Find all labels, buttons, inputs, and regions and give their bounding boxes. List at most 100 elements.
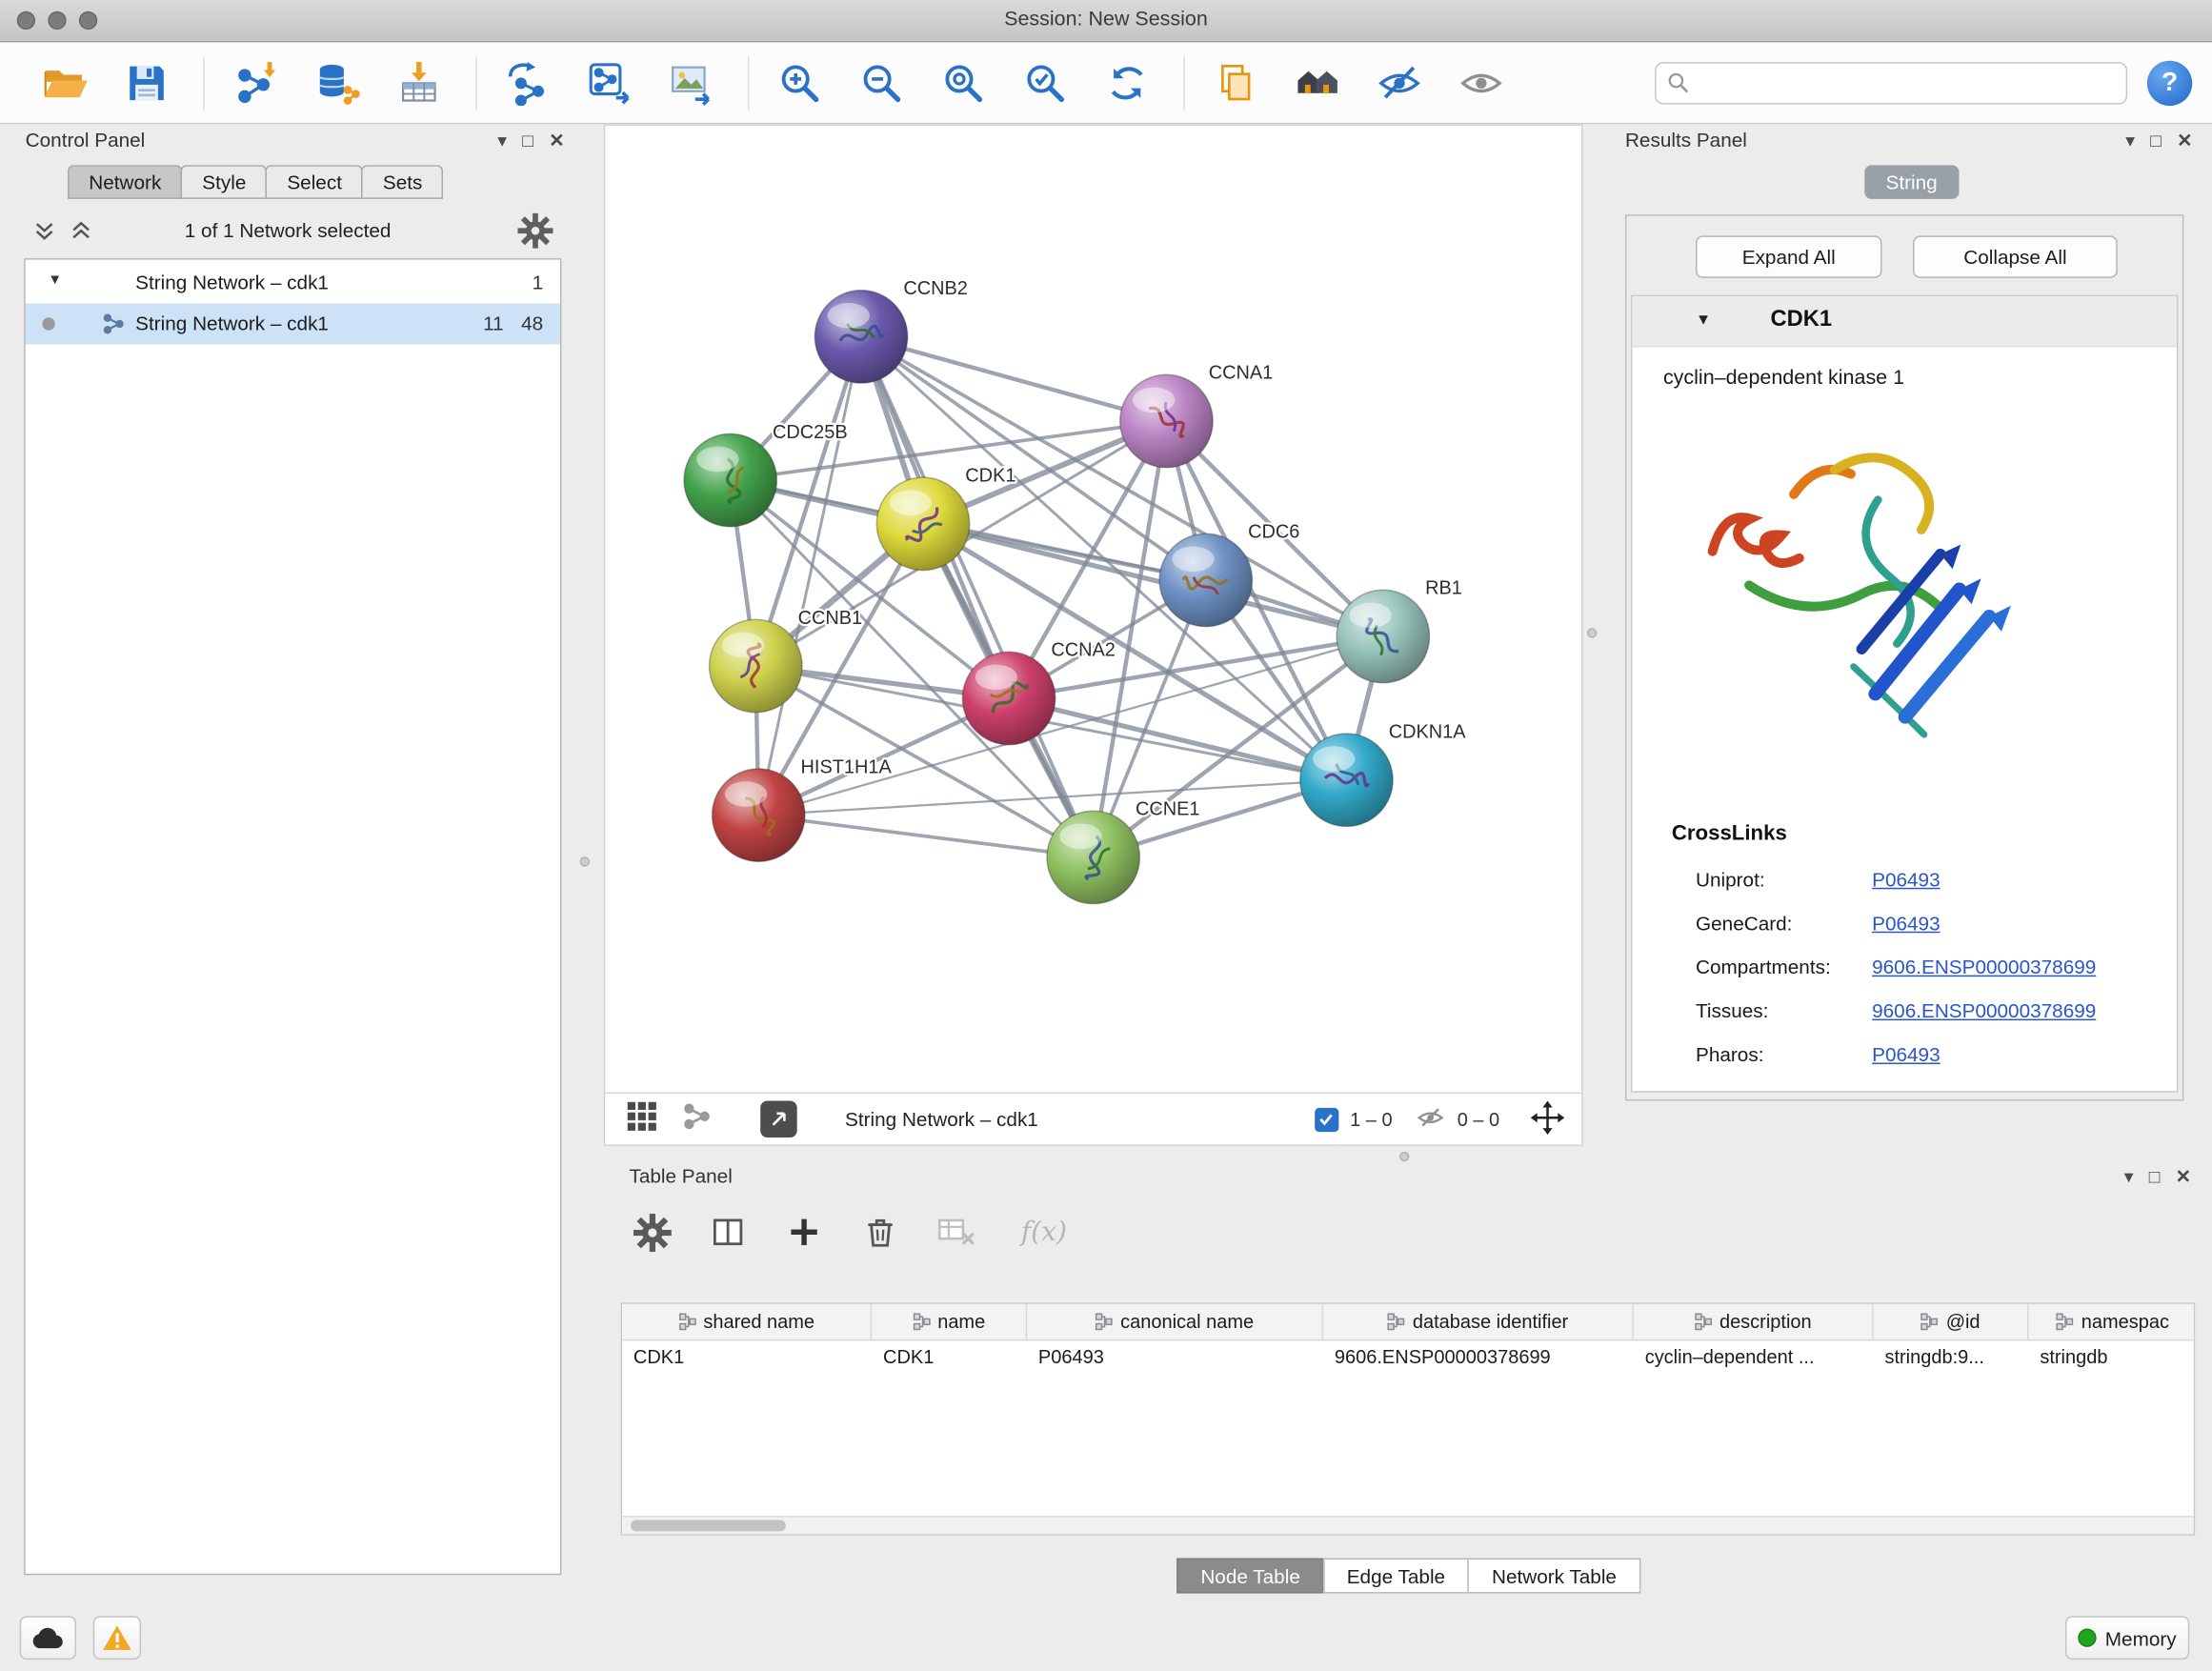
- column-header-database-identifier[interactable]: database identifier: [1323, 1304, 1634, 1339]
- column-header-name[interactable]: name: [872, 1304, 1027, 1339]
- crosslinks-heading: CrossLinks: [1672, 821, 1787, 845]
- compartments-link[interactable]: 9606.ENSP00000378699: [1872, 956, 2096, 978]
- network-collection-row[interactable]: ▼ String Network – cdk1 1: [26, 263, 560, 304]
- network-options-gear-icon[interactable]: [517, 213, 553, 255]
- help-button[interactable]: ?: [2147, 60, 2192, 105]
- panel-collapse-icon[interactable]: ▾: [497, 131, 507, 149]
- gene-header-bar[interactable]: ▼ CDK1: [1632, 296, 2177, 347]
- import-network-from-database-button[interactable]: [306, 51, 368, 113]
- import-network-from-file-button[interactable]: [224, 51, 286, 113]
- selected-checkbox-icon[interactable]: [1315, 1107, 1338, 1131]
- vertical-splitter-handle[interactable]: [1587, 628, 1597, 637]
- horizontal-splitter-handle[interactable]: [1399, 1152, 1409, 1161]
- hidden-eye-icon[interactable]: [1415, 1103, 1446, 1136]
- panel-collapse-icon[interactable]: ▾: [2124, 1166, 2134, 1184]
- panel-float-icon[interactable]: □: [2150, 131, 2162, 149]
- results-tab-string[interactable]: String: [1864, 165, 1959, 199]
- network-node-CDK1[interactable]: CDK1: [876, 466, 1016, 571]
- open-session-button[interactable]: [34, 51, 96, 113]
- zoom-selected-button[interactable]: [1015, 51, 1076, 113]
- import-table-from-file-button[interactable]: [388, 51, 450, 113]
- cell-canonical-name[interactable]: P06493: [1027, 1340, 1323, 1376]
- panel-close-icon[interactable]: ✕: [2176, 1166, 2191, 1184]
- column-header-canonical-name[interactable]: canonical name: [1027, 1304, 1323, 1339]
- expand-all-button[interactable]: Expand All: [1696, 235, 1881, 277]
- gene-expander-icon[interactable]: ▼: [1696, 312, 1711, 329]
- network-node-CCNA1[interactable]: CCNA1: [1120, 363, 1274, 468]
- column-header-description[interactable]: description: [1634, 1304, 1874, 1339]
- panel-float-icon[interactable]: □: [522, 131, 533, 149]
- tissues-link[interactable]: 9606.ENSP00000378699: [1872, 999, 2096, 1022]
- cell-name[interactable]: CDK1: [872, 1340, 1027, 1376]
- panel-close-icon[interactable]: ✕: [2177, 131, 2192, 149]
- add-column-button[interactable]: [783, 1211, 825, 1253]
- column-header-id[interactable]: @id: [1874, 1304, 2029, 1339]
- cell-description[interactable]: cyclin–dependent ...: [1634, 1340, 1874, 1376]
- column-header-shared-name[interactable]: shared name: [622, 1304, 872, 1339]
- show-all-button[interactable]: [1450, 51, 1512, 113]
- cell-shared-name[interactable]: CDK1: [622, 1340, 872, 1376]
- table-horizontal-scrollbar[interactable]: [622, 1516, 2194, 1534]
- network-node-RB1[interactable]: RB1: [1337, 578, 1462, 683]
- warnings-button[interactable]: [93, 1616, 141, 1660]
- pan-move-icon[interactable]: [1531, 1100, 1565, 1138]
- tab-edge-table[interactable]: Edge Table: [1323, 1558, 1470, 1593]
- collapse-all-button[interactable]: Collapse All: [1913, 235, 2118, 277]
- tab-network-table[interactable]: Network Table: [1468, 1558, 1640, 1593]
- cybrowser-button[interactable]: [1287, 51, 1349, 113]
- tab-sets[interactable]: Sets: [362, 165, 444, 199]
- search-input[interactable]: [1697, 71, 2114, 94]
- cell-namespace[interactable]: stringdb: [2028, 1340, 2195, 1376]
- cell-id[interactable]: stringdb:9...: [1874, 1340, 2029, 1376]
- save-session-button[interactable]: [115, 51, 177, 113]
- network-edge[interactable]: [758, 815, 1093, 857]
- view-grid-icon[interactable]: [625, 1098, 659, 1139]
- zoom-in-button[interactable]: [769, 51, 831, 113]
- table-options-gear-button[interactable]: [631, 1211, 673, 1253]
- scrollbar-thumb[interactable]: [631, 1520, 786, 1531]
- open-manual-button[interactable]: [1205, 51, 1267, 113]
- panel-close-icon[interactable]: ✕: [549, 131, 564, 149]
- zoom-out-button[interactable]: [851, 51, 913, 113]
- delete-table-button[interactable]: [935, 1211, 977, 1253]
- function-builder-button[interactable]: f(x): [1012, 1211, 1076, 1253]
- uniprot-link[interactable]: P06493: [1872, 868, 1940, 891]
- attribute-icon: [1095, 1313, 1113, 1331]
- houses-icon: [1295, 60, 1339, 105]
- genecard-link[interactable]: P06493: [1872, 912, 1940, 935]
- vertical-splitter-handle[interactable]: [580, 856, 590, 866]
- pharos-link[interactable]: P06493: [1872, 1043, 1940, 1066]
- hide-selected-button[interactable]: [1368, 51, 1430, 113]
- cloud-status-button[interactable]: [20, 1616, 76, 1660]
- node-table: shared name name canonical name database…: [621, 1302, 2196, 1535]
- memory-button[interactable]: Memory: [2065, 1616, 2189, 1660]
- tab-select[interactable]: Select: [266, 165, 363, 199]
- tab-style[interactable]: Style: [181, 165, 268, 199]
- panel-collapse-icon[interactable]: ▾: [2125, 131, 2135, 149]
- apply-layout-button[interactable]: [1096, 51, 1158, 113]
- cell-database-identifier[interactable]: 9606.ENSP00000378699: [1323, 1340, 1634, 1376]
- network-node-CCNB2[interactable]: CCNB2: [814, 278, 968, 383]
- zoom-fit-button[interactable]: [933, 51, 995, 113]
- column-header-namespace[interactable]: namespac: [2028, 1304, 2195, 1339]
- tab-node-table[interactable]: Node Table: [1176, 1558, 1324, 1593]
- panel-float-icon[interactable]: □: [2149, 1166, 2161, 1184]
- table-row[interactable]: CDK1 CDK1 P06493 9606.ENSP00000378699 cy…: [622, 1340, 2194, 1376]
- show-columns-button[interactable]: [707, 1211, 749, 1253]
- clone-network-button[interactable]: [578, 51, 640, 113]
- network-edge[interactable]: [861, 336, 1094, 857]
- export-view-button[interactable]: [760, 1101, 797, 1138]
- network-edge[interactable]: [758, 336, 861, 815]
- new-network-button[interactable]: [496, 51, 558, 113]
- network-graph[interactable]: CCNB2CCNA1CDC25BCDK1CDC6RB1CCNB1CCNA2CDK…: [605, 126, 1581, 1093]
- tab-network[interactable]: Network: [68, 165, 182, 199]
- network-canvas[interactable]: CCNB2CCNA1CDC25BCDK1CDC6RB1CCNB1CCNA2CDK…: [605, 126, 1581, 1093]
- collection-expander-icon[interactable]: ▼: [48, 272, 62, 288]
- network-share-icon: [102, 312, 126, 340]
- birdseye-share-icon[interactable]: [681, 1100, 713, 1138]
- titlebar: Session: New Session: [0, 0, 2212, 42]
- export-image-button[interactable]: [660, 51, 722, 113]
- network-node-CCNB1[interactable]: CCNB1: [710, 608, 863, 713]
- network-row[interactable]: String Network – cdk1 11 48: [26, 304, 560, 345]
- delete-column-button[interactable]: [859, 1211, 901, 1253]
